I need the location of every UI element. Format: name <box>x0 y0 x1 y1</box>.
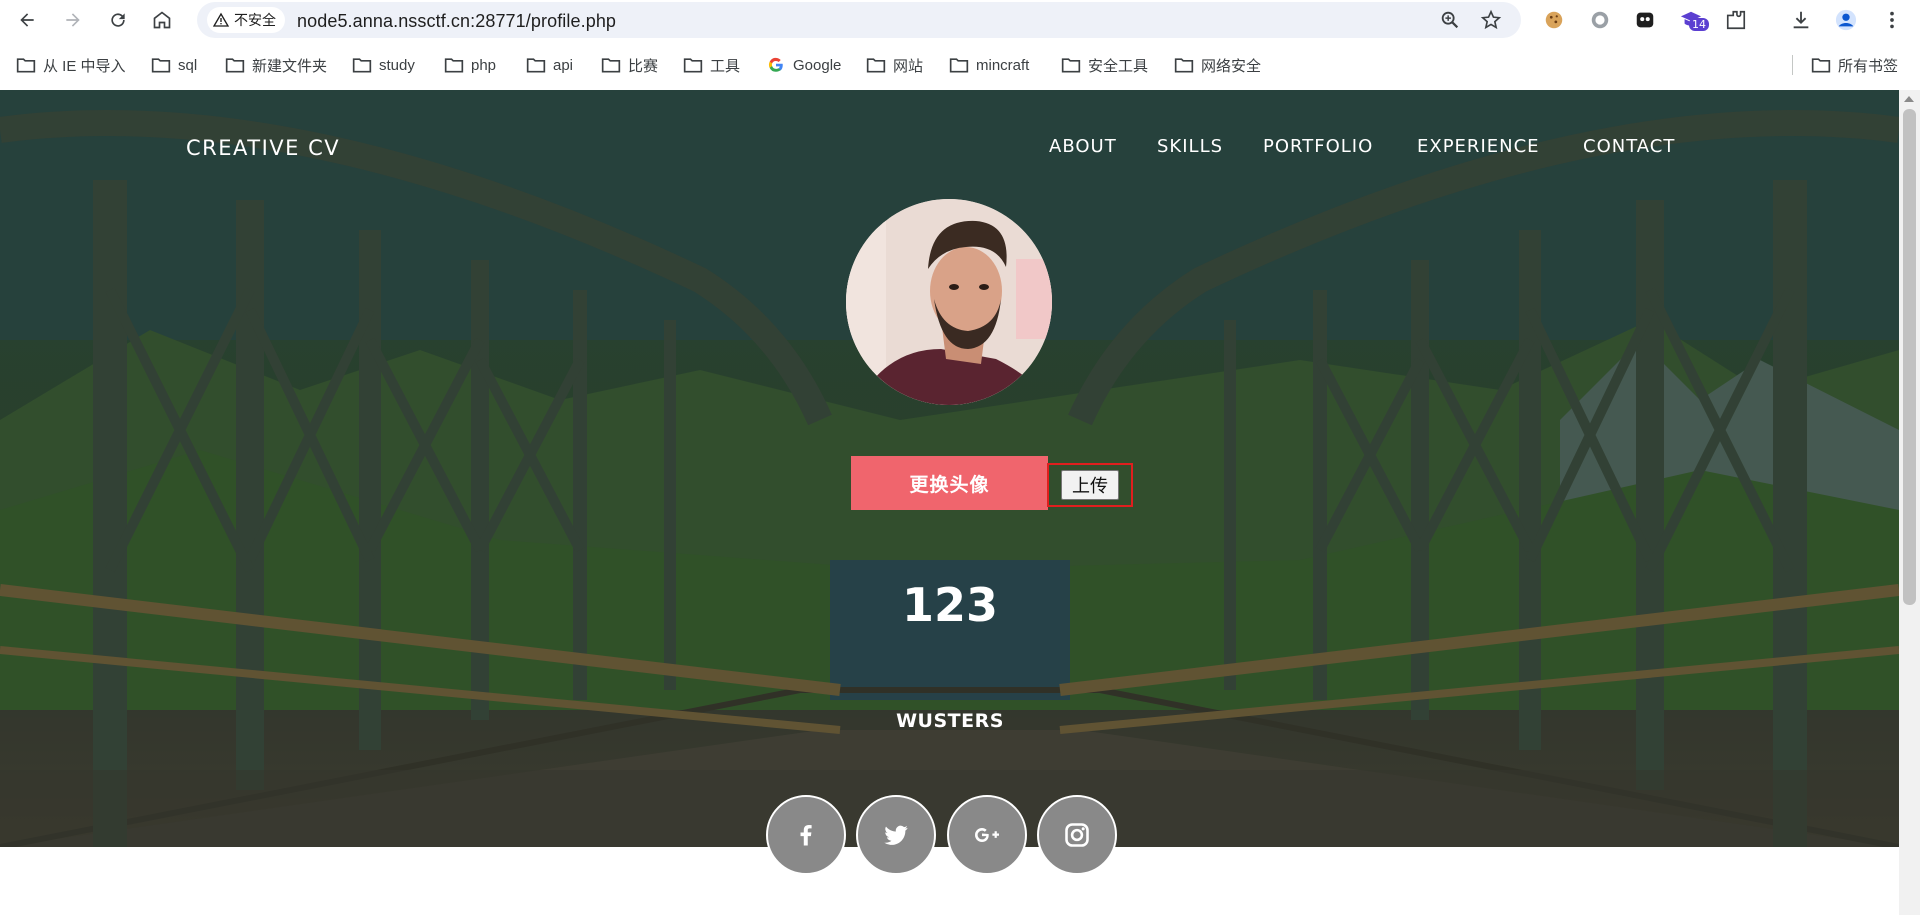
upload-button[interactable]: 上传 <box>1061 470 1119 500</box>
back-button[interactable] <box>13 6 41 34</box>
profile-avatar-icon[interactable] <box>1834 8 1858 32</box>
extension-badge: 14 <box>1689 18 1709 31</box>
bookmark-folder[interactable]: 新建文件夹 <box>225 54 327 76</box>
instagram-icon <box>1065 823 1089 847</box>
bookmark-folder[interactable]: 工具 <box>683 54 740 76</box>
home-icon <box>153 11 171 29</box>
bookmark-label: 新建文件夹 <box>252 57 328 75</box>
bookmark-label: 从 IE 中导入 <box>43 57 126 75</box>
circle-extension-icon[interactable] <box>1588 8 1612 32</box>
folder-icon <box>16 58 36 73</box>
folder-icon <box>444 58 464 73</box>
page-viewport: CREATIVE CV ABOUT SKILLS PORTFOLIO EXPER… <box>0 90 1899 915</box>
bookmark-label: study <box>379 56 415 74</box>
all-bookmarks-label: 所有书签 <box>1838 57 1899 75</box>
security-chip[interactable]: 不安全 <box>207 7 285 33</box>
puzzle-extensions-icon[interactable] <box>1724 8 1748 32</box>
twitter-button[interactable] <box>856 795 936 875</box>
url-text[interactable]: node5.anna.nssctf.cn:28771/profile.php <box>297 11 616 32</box>
folder-icon <box>601 58 621 73</box>
upload-highlight-box: 上传 <box>1047 463 1133 507</box>
folder-icon <box>1174 58 1194 73</box>
bookmark-label: api <box>553 56 574 74</box>
folder-icon <box>1061 58 1081 73</box>
scroll-up-icon[interactable] <box>1904 96 1914 102</box>
facebook-button[interactable] <box>766 795 846 875</box>
bookmark-folder[interactable]: 网络安全 <box>1174 54 1261 76</box>
google-plus-button[interactable] <box>947 795 1027 875</box>
google-plus-icon <box>975 828 999 842</box>
all-bookmarks[interactable]: 所有书签 <box>1811 54 1898 76</box>
nav-contact[interactable]: CONTACT <box>1583 136 1675 157</box>
profile-avatar <box>846 199 1052 405</box>
graduation-extension-icon[interactable]: 14 <box>1679 8 1709 32</box>
folder-icon <box>1811 58 1831 73</box>
bookmarks-divider <box>1792 55 1793 75</box>
folder-icon <box>151 58 171 73</box>
bookmark-folder[interactable]: 安全工具 <box>1061 54 1148 76</box>
bookmark-google[interactable]: Google <box>766 54 841 76</box>
arrow-left-icon <box>20 13 34 27</box>
menu-kebab-icon[interactable] <box>1880 8 1904 32</box>
instagram-button[interactable] <box>1037 795 1117 875</box>
home-button[interactable] <box>148 6 176 34</box>
site-brand[interactable]: CREATIVE CV <box>186 136 340 160</box>
nav-portfolio[interactable]: PORTFOLIO <box>1263 136 1373 157</box>
folder-icon <box>526 58 546 73</box>
bookmark-folder[interactable]: sql <box>151 54 197 76</box>
nav-experience[interactable]: EXPERIENCE <box>1417 136 1540 157</box>
scrollbar-thumb[interactable] <box>1903 109 1916 605</box>
cookie-extension-icon[interactable] <box>1542 8 1566 32</box>
reload-button[interactable] <box>104 6 132 34</box>
bookmark-label: 网络安全 <box>1201 57 1262 75</box>
bookmarks-bar: 从 IE 中导入 sql 新建文件夹 study php api 比赛 工具 G… <box>0 48 1920 84</box>
bookmark-label: 比赛 <box>628 57 659 75</box>
mask-extension-icon[interactable] <box>1633 8 1657 32</box>
folder-icon <box>352 58 372 73</box>
bookmark-star-icon[interactable] <box>1480 9 1502 31</box>
bookmark-folder[interactable]: study <box>352 54 415 76</box>
bookmark-label: php <box>471 56 497 74</box>
hero-section: CREATIVE CV ABOUT SKILLS PORTFOLIO EXPER… <box>0 90 1899 847</box>
bookmark-label: mincraft <box>976 56 1030 74</box>
profile-role: WUSTERS <box>896 710 1004 732</box>
bookmark-folder[interactable]: mincraft <box>949 54 1029 76</box>
profile-name: 123 <box>901 578 999 632</box>
bookmark-folder[interactable]: 比赛 <box>601 54 658 76</box>
bookmark-label: 网站 <box>893 57 924 75</box>
change-avatar-button[interactable]: 更换头像 <box>851 456 1048 510</box>
download-icon[interactable] <box>1789 8 1813 32</box>
nav-skills[interactable]: SKILLS <box>1157 136 1223 157</box>
folder-icon <box>949 58 969 73</box>
bookmark-label: Google <box>793 56 842 74</box>
folder-icon <box>683 58 703 73</box>
folder-icon <box>225 58 245 73</box>
bookmark-folder[interactable]: 从 IE 中导入 <box>16 54 126 76</box>
twitter-icon <box>884 825 908 845</box>
zoom-icon[interactable] <box>1439 9 1461 31</box>
bookmark-label: sql <box>178 56 198 74</box>
bookmark-folder[interactable]: 网站 <box>866 54 923 76</box>
bookmark-folder[interactable]: api <box>526 54 573 76</box>
reload-icon <box>111 13 125 27</box>
arrow-right-icon <box>66 13 80 27</box>
nav-about[interactable]: ABOUT <box>1049 136 1117 157</box>
security-label: 不安全 <box>234 12 276 28</box>
warning-icon <box>213 12 229 27</box>
google-icon <box>768 57 783 72</box>
bookmark-label: 安全工具 <box>1088 57 1149 75</box>
facebook-icon <box>800 824 812 846</box>
bookmark-label: 工具 <box>710 57 741 75</box>
forward-button[interactable] <box>59 6 87 34</box>
bookmark-folder[interactable]: php <box>444 54 496 76</box>
browser-toolbar: 不安全 node5.anna.nssctf.cn:28771/profile.p… <box>0 0 1920 40</box>
address-bar[interactable]: 不安全 node5.anna.nssctf.cn:28771/profile.p… <box>197 2 1521 38</box>
folder-icon <box>866 58 886 73</box>
